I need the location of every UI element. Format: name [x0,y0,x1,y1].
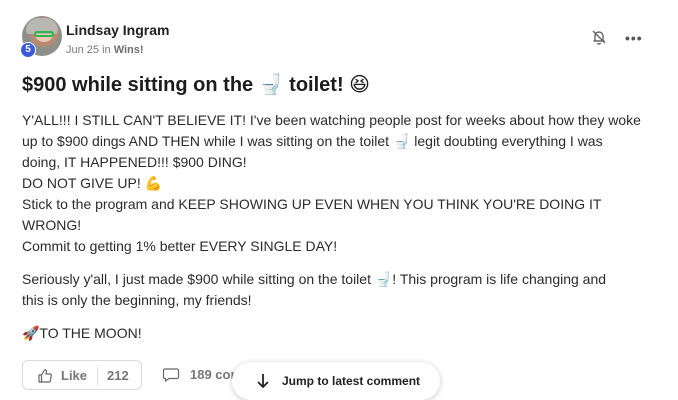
level-badge: 5 [20,42,36,58]
body-line: up to $900 dings AND THEN while I was si… [22,133,603,149]
avatar-glasses [34,31,54,37]
arrow-down-icon [257,374,269,388]
author-name[interactable]: Lindsay Ingram [66,22,169,38]
post-body: Y'ALL!!! I STILL CAN'T BELIEVE IT! I've … [22,110,662,344]
comment-icon [162,368,180,382]
post-date: Jun 25 [66,44,100,56]
like-label: Like [61,368,88,383]
body-line: 🚀TO THE MOON! [22,325,142,341]
post-title: $900 while sitting on the 🚽 toilet! 😆 [22,74,371,96]
bell-off-icon[interactable] [590,28,608,46]
thumbs-up-icon [38,369,52,383]
body-line: DO NOT GIVE UP! 💪 [22,175,163,191]
body-line: Seriously y'all, I just made $900 while … [22,271,607,287]
body-line: Commit to getting 1% better EVERY SINGLE… [22,238,338,254]
post-meta: Jun 25 in Wins! [66,44,144,56]
jump-to-latest-comment-button[interactable]: Jump to latest comment [232,362,440,400]
like-button[interactable]: Like 212 [22,360,142,390]
more-horizontal-icon[interactable]: ••• [625,30,643,46]
meta-in-word: in [102,44,111,56]
post-header: 5 Lindsay Ingram Jun 25 in Wins! ••• [20,16,662,60]
body-line: Stick to the program and KEEP SHOWING UP… [22,196,602,233]
body-line: this is only the beginning, my friends! [22,292,252,308]
body-line: doing, IT HAPPENED!!! $900 DING! [22,154,247,170]
comment-count: 189 cor [190,367,236,382]
like-divider [97,366,98,386]
body-line: Y'ALL!!! I STILL CAN'T BELIEVE IT! I've … [22,112,641,128]
post-category[interactable]: Wins! [114,44,144,56]
jump-label: Jump to latest comment [282,374,421,388]
like-count: 212 [107,368,129,383]
